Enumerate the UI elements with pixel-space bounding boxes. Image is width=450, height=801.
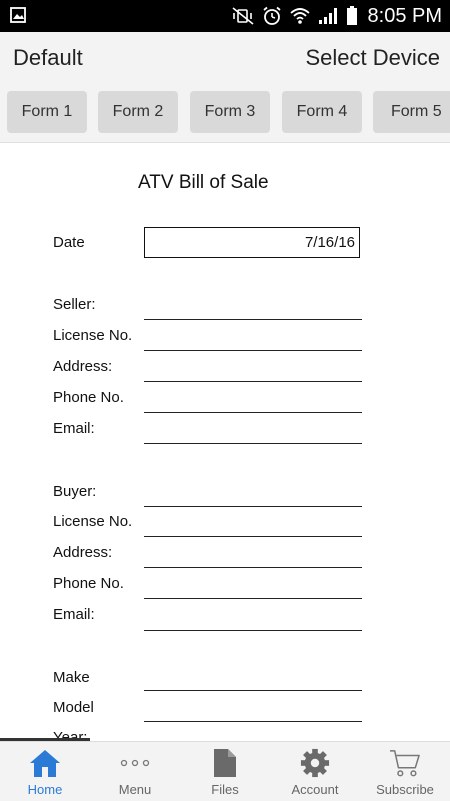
gear-icon <box>300 748 330 778</box>
date-field[interactable]: 7/16/16 <box>144 227 360 258</box>
model-label: Model <box>53 699 94 716</box>
tab-label: Form 3 <box>204 103 256 120</box>
buyer-label: Buyer: <box>53 483 97 500</box>
tab-label: Form 1 <box>21 103 73 120</box>
mute-vibrate-icon <box>232 7 254 25</box>
make-field[interactable] <box>144 690 362 691</box>
seller-label: Seller: <box>53 296 96 313</box>
more-dots-icon <box>120 759 150 767</box>
make-label: Make <box>53 669 90 686</box>
model-field[interactable] <box>144 721 362 722</box>
nav-files[interactable]: Files <box>180 742 270 801</box>
form-tabs: Form 1 Form 2 Form 3 Form 4 Form 5 <box>0 82 450 143</box>
buyer-field[interactable] <box>144 506 362 507</box>
buyer-address-label: Address: <box>53 544 113 561</box>
nav-home-label: Home <box>27 782 63 797</box>
seller-address-field[interactable] <box>144 381 362 382</box>
alarm-icon <box>262 6 281 25</box>
tab-label: Form 5 <box>391 103 442 120</box>
date-label: Date <box>53 234 85 251</box>
gallery-notification-icon <box>10 7 26 23</box>
page-title: Default <box>13 45 83 70</box>
tab-label: Form 2 <box>112 103 164 120</box>
status-bar: 8:05 PM <box>0 0 450 32</box>
app-bar: Default Select Device <box>0 32 450 82</box>
nav-account[interactable]: Account <box>270 742 360 801</box>
seller-license-field[interactable] <box>144 350 362 351</box>
buyer-phone-label: Phone No. <box>53 575 124 592</box>
nav-menu[interactable]: Menu <box>90 742 180 801</box>
bottom-nav: Home Menu Files Account Subscribe <box>0 741 450 801</box>
buyer-email-label: Email: <box>53 606 95 623</box>
battery-icon <box>346 6 357 25</box>
nav-account-label: Account <box>291 782 339 797</box>
buyer-phone-field[interactable] <box>144 598 362 599</box>
tab-form-5[interactable]: Form 5 <box>373 91 450 133</box>
seller-email-field[interactable] <box>144 443 362 444</box>
status-time: 8:05 PM <box>367 4 442 27</box>
tab-form-3[interactable]: Form 3 <box>190 91 270 133</box>
seller-license-label: License No. <box>53 327 133 344</box>
select-device-button[interactable]: Select Device <box>305 45 440 71</box>
home-icon <box>30 750 60 777</box>
seller-phone-label: Phone No. <box>53 389 124 406</box>
tab-label: Form 4 <box>296 103 348 120</box>
wifi-icon <box>289 8 310 24</box>
tab-form-1[interactable]: Form 1 <box>7 91 87 133</box>
buyer-email-field[interactable] <box>144 630 362 631</box>
seller-phone-field[interactable] <box>144 412 362 413</box>
nav-menu-label: Menu <box>118 782 152 797</box>
seller-address-label: Address: <box>53 358 113 375</box>
tab-form-2[interactable]: Form 2 <box>98 91 178 133</box>
nav-files-label: Files <box>211 782 239 797</box>
buyer-address-field[interactable] <box>144 567 362 568</box>
form-title: ATV Bill of Sale <box>138 172 269 193</box>
tab-form-4[interactable]: Form 4 <box>282 91 362 133</box>
seller-field[interactable] <box>144 319 362 320</box>
nav-home[interactable]: Home <box>0 742 90 801</box>
file-icon <box>214 749 236 777</box>
seller-email-label: Email: <box>53 420 95 437</box>
buyer-license-field[interactable] <box>144 536 362 537</box>
nav-subscribe[interactable]: Subscribe <box>360 742 450 801</box>
signal-icon <box>318 8 337 24</box>
nav-subscribe-label: Subscribe <box>376 782 434 797</box>
cart-icon <box>390 750 420 777</box>
buyer-license-label: License No. <box>53 513 133 530</box>
